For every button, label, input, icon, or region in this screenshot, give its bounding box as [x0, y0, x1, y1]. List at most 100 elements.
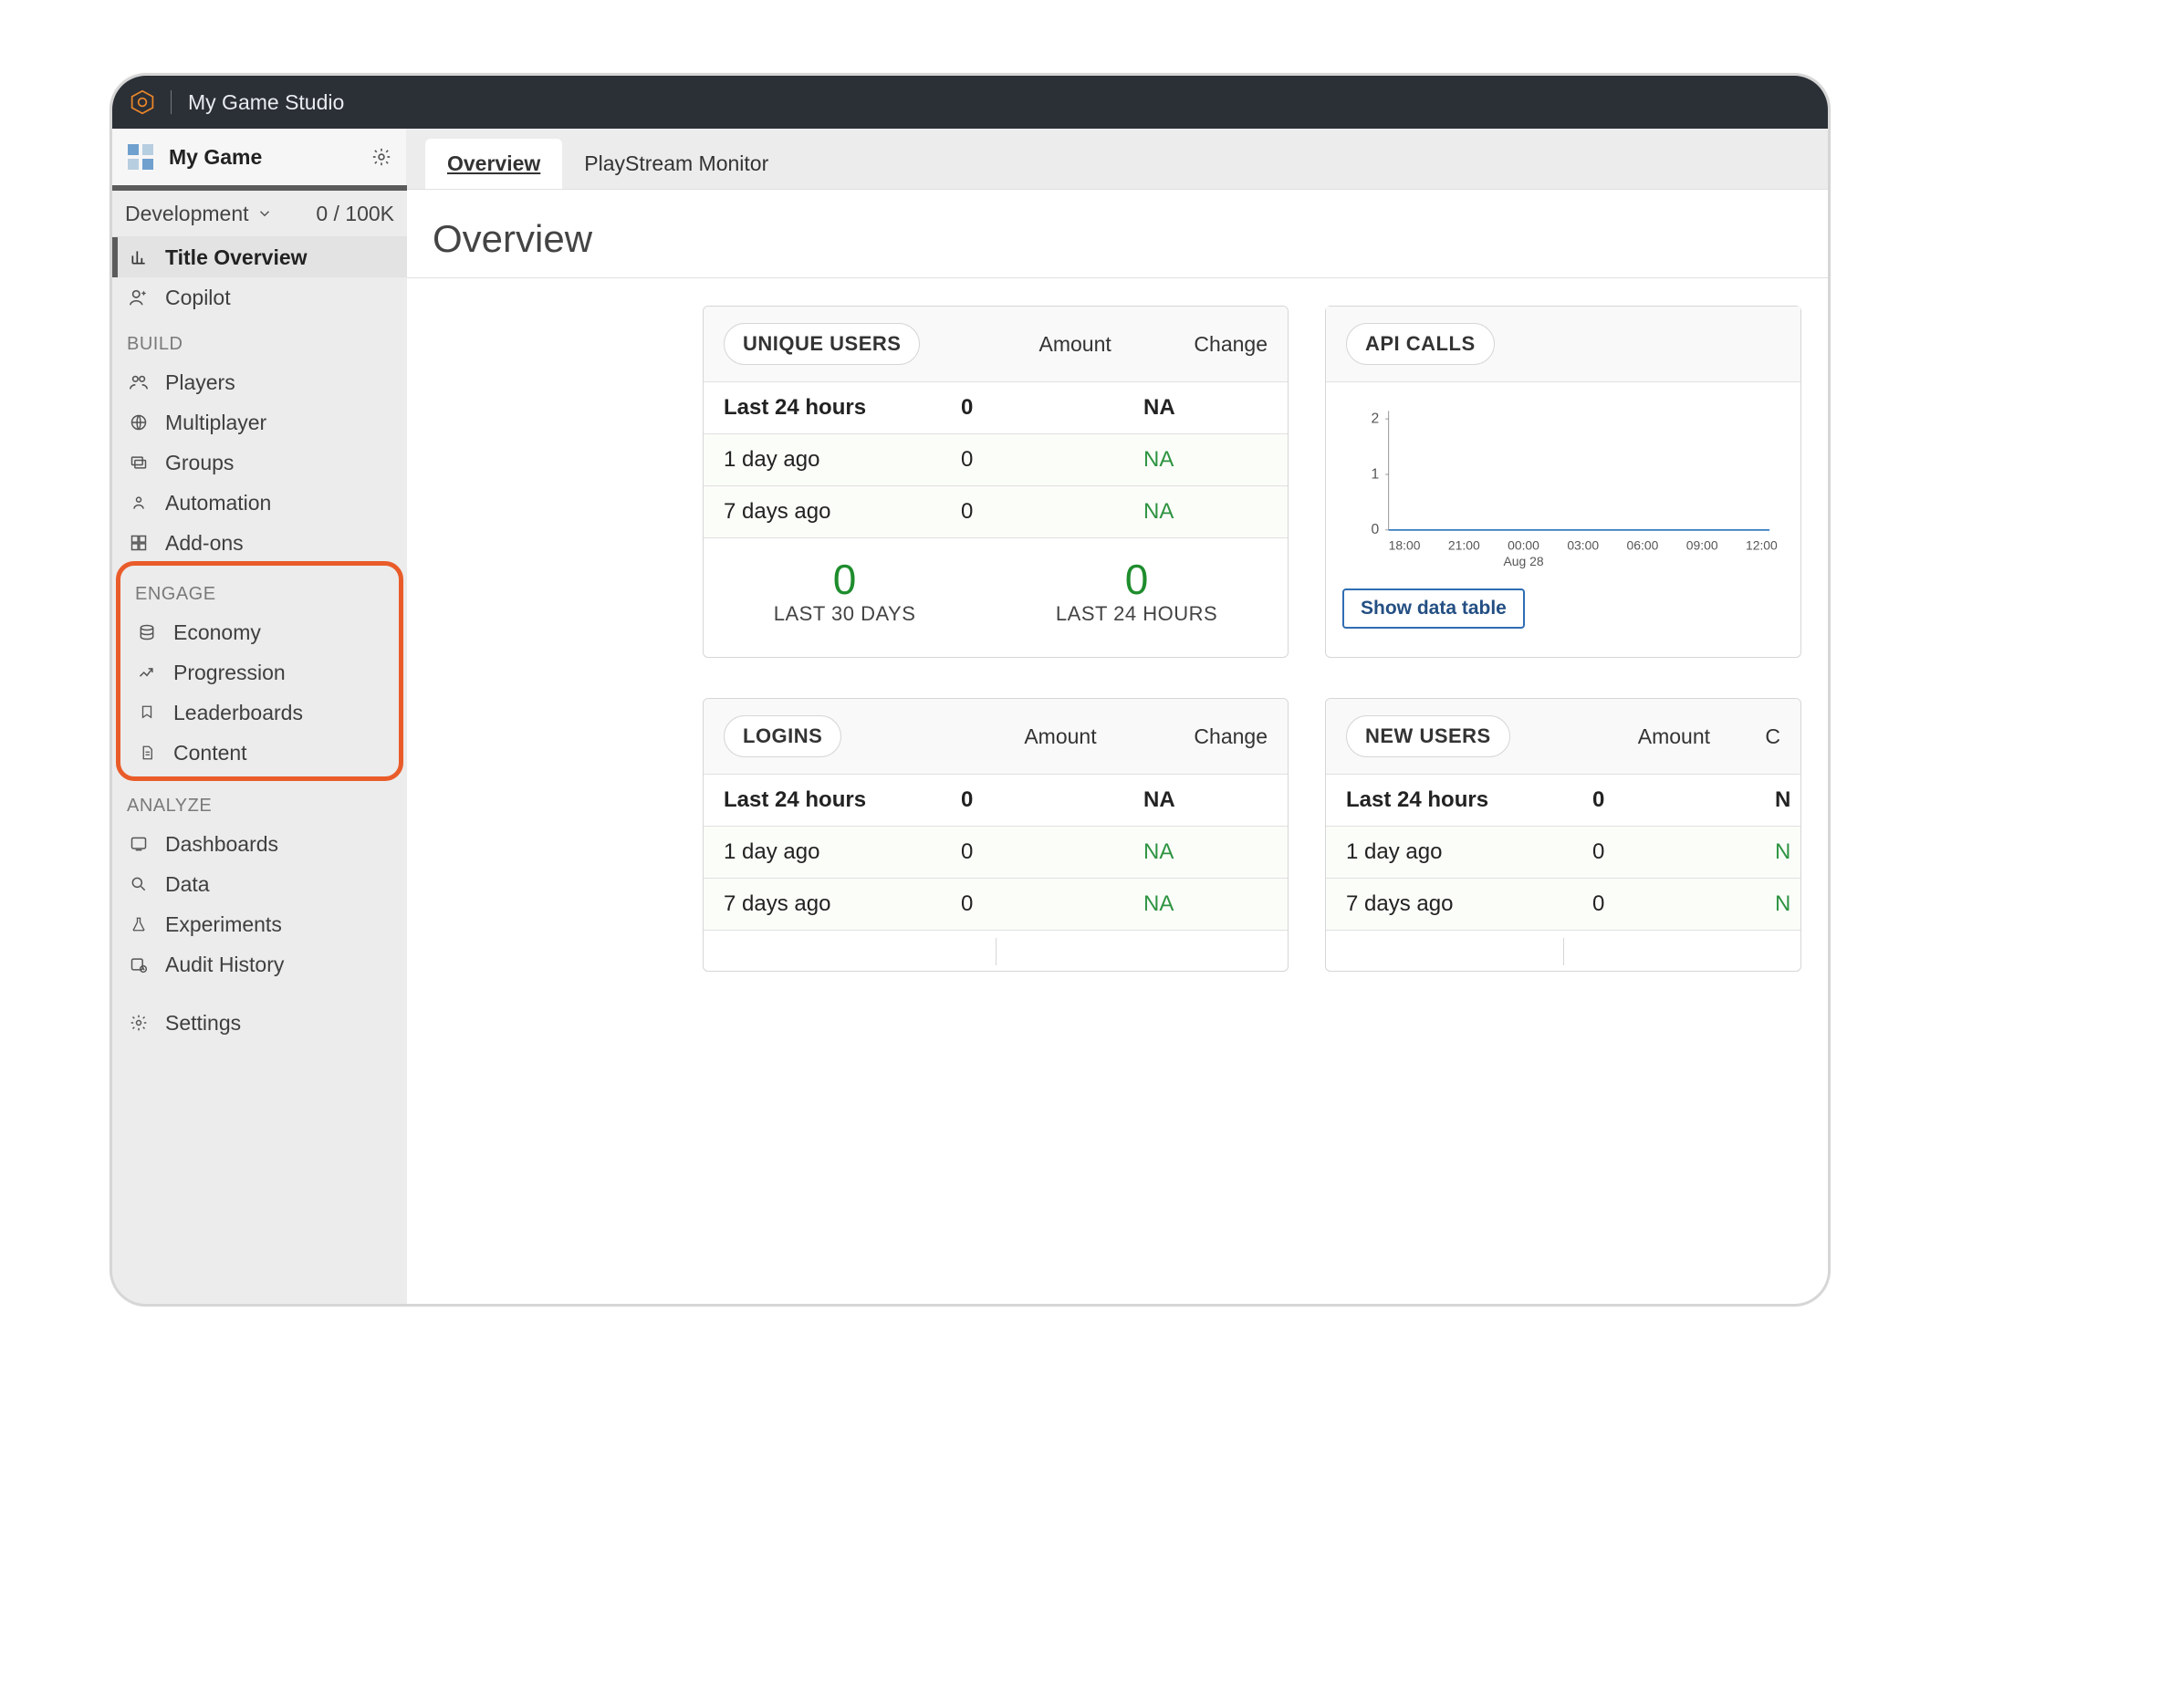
leaderboards-icon — [135, 703, 159, 722]
table-row: 7 days ago 0 NA — [704, 486, 1288, 538]
card-title-pill[interactable]: API CALLS — [1346, 323, 1495, 365]
engage-highlight-box: ENGAGE Economy Progression — [116, 561, 403, 781]
col-change: C — [1765, 724, 1780, 749]
topbar-divider — [171, 90, 172, 114]
table-row: 1 day ago 0 NA — [704, 827, 1288, 879]
x-tick: 06:00 — [1627, 538, 1659, 553]
section-label-analyze: ANALYZE — [112, 779, 407, 824]
environment-label: Development — [125, 202, 249, 226]
sidebar-nav: Title Overview Copilot BUILD Players — [112, 237, 407, 1304]
sidebar-item-players[interactable]: Players — [112, 362, 407, 402]
sidebar-item-experiments[interactable]: Experiments — [112, 904, 407, 944]
game-selector[interactable]: My Game — [112, 129, 407, 185]
section-label-engage: ENGAGE — [120, 568, 399, 612]
sidebar-item-label: Data — [165, 872, 210, 897]
row-amount: 0 — [961, 891, 1143, 917]
sidebar-item-label: Groups — [165, 451, 234, 475]
row-amount: 0 — [961, 839, 1143, 865]
row-label: 7 days ago — [724, 891, 961, 917]
summary-24-hours: 0 LAST 24 HOURS — [1056, 555, 1217, 626]
card-header: LOGINS Amount Change — [704, 699, 1288, 775]
tab-overview[interactable]: Overview — [425, 139, 562, 189]
sidebar-item-economy[interactable]: Economy — [120, 612, 399, 652]
col-change: Change — [1194, 724, 1268, 749]
sidebar-item-label: Multiplayer — [165, 411, 266, 435]
automation-icon — [127, 494, 151, 512]
table-row: 1 day ago 0 NA — [704, 434, 1288, 486]
sidebar-item-content[interactable]: Content — [120, 733, 399, 773]
sidebar-item-label: Automation — [165, 491, 271, 516]
sidebar-item-copilot[interactable]: Copilot — [112, 277, 407, 318]
col-amount: Amount — [1024, 724, 1096, 749]
copilot-icon — [127, 287, 151, 307]
sidebar-item-label: Copilot — [165, 286, 231, 310]
sidebar-item-leaderboards[interactable]: Leaderboards — [120, 693, 399, 733]
summary-value: 0 — [1056, 555, 1217, 604]
y-tick: 1 — [1372, 466, 1380, 482]
card-title-pill[interactable]: NEW USERS — [1346, 715, 1510, 757]
row-label: 7 days ago — [724, 499, 961, 525]
sidebar-item-label: Audit History — [165, 953, 284, 977]
card-new-users: NEW USERS Amount C Last 24 hours 0 N 1 d… — [1325, 698, 1801, 972]
sidebar-item-automation[interactable]: Automation — [112, 483, 407, 523]
row-amount: 0 — [961, 787, 1143, 813]
players-icon — [127, 372, 151, 392]
globe-icon — [127, 413, 151, 432]
tab-playstream-monitor[interactable]: PlayStream Monitor — [562, 139, 790, 189]
content-icon — [135, 744, 159, 762]
sidebar-item-audit-history[interactable]: Audit History — [112, 944, 407, 984]
card-header: NEW USERS Amount C — [1326, 699, 1800, 775]
page-title: Overview — [433, 217, 1806, 261]
divider — [407, 277, 1828, 278]
row-change: NA — [1143, 447, 1268, 473]
table-row: 7 days ago 0 N — [1326, 879, 1800, 931]
sidebar-item-label: Players — [165, 370, 235, 395]
groups-icon — [127, 453, 151, 472]
card-title-pill[interactable]: LOGINS — [724, 715, 841, 757]
flask-icon — [127, 915, 151, 933]
sidebar-item-title-overview[interactable]: Title Overview — [112, 237, 407, 277]
api-calls-chart: 2 1 0 — [1342, 395, 1784, 578]
gear-icon — [127, 1014, 151, 1032]
playfab-logo-icon — [129, 89, 156, 116]
sidebar-item-data[interactable]: Data — [112, 864, 407, 904]
main-panel: Overview PlayStream Monitor Overview UNI… — [407, 129, 1828, 1304]
tab-bar: Overview PlayStream Monitor — [407, 129, 1828, 189]
sidebar-item-label: Title Overview — [165, 245, 308, 270]
row-amount: 0 — [961, 395, 1143, 421]
sidebar-item-label: Leaderboards — [173, 701, 303, 725]
summary-label: LAST 24 HOURS — [1056, 602, 1217, 626]
sidebar-item-addons[interactable]: Add-ons — [112, 523, 407, 563]
row-amount: 0 — [961, 499, 1143, 525]
studio-name[interactable]: My Game Studio — [188, 90, 344, 115]
sidebar-item-label: Dashboards — [165, 832, 278, 857]
card-title-pill[interactable]: UNIQUE USERS — [724, 323, 920, 365]
sidebar-item-multiplayer[interactable]: Multiplayer — [112, 402, 407, 443]
x-tick: 18:00 — [1389, 538, 1421, 553]
sidebar-item-dashboards[interactable]: Dashboards — [112, 824, 407, 864]
table-row: Last 24 hours 0 NA — [704, 382, 1288, 434]
summary-row: 0 LAST 30 DAYS 0 LAST 24 HOURS — [704, 538, 1288, 630]
row-change: NA — [1143, 787, 1268, 813]
row-amount: 0 — [961, 447, 1143, 473]
row-label: Last 24 hours — [724, 787, 961, 813]
table-row: Last 24 hours 0 N — [1326, 775, 1800, 827]
sidebar-item-progression[interactable]: Progression — [120, 652, 399, 693]
row-amount: 0 — [1592, 787, 1775, 813]
sidebar-item-label: Economy — [173, 620, 261, 645]
sidebar-item-groups[interactable]: Groups — [112, 443, 407, 483]
summary-value: 0 — [774, 555, 916, 604]
environment-selector[interactable]: Development 0 / 100K — [112, 191, 407, 237]
row-change: NA — [1143, 839, 1268, 865]
row-change: N — [1775, 787, 1801, 813]
x-tick: 03:00 — [1567, 538, 1599, 553]
bar-chart-icon — [127, 248, 151, 266]
row-label: Last 24 hours — [724, 395, 961, 421]
show-data-table-button[interactable]: Show data table — [1342, 588, 1525, 629]
gear-icon[interactable] — [371, 147, 391, 167]
row-change: NA — [1143, 499, 1268, 525]
sidebar-item-settings[interactable]: Settings — [112, 1003, 407, 1043]
chevron-down-icon — [256, 205, 273, 222]
x-sublabel: Aug 28 — [1503, 554, 1543, 568]
game-name: My Game — [169, 145, 262, 170]
